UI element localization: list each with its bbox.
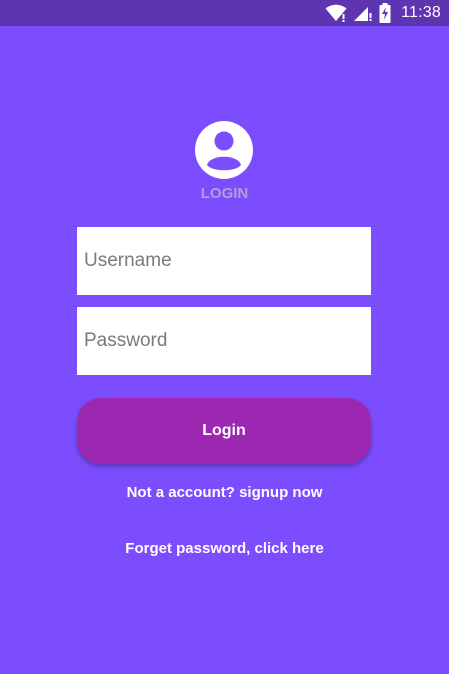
- login-button[interactable]: Login: [77, 398, 371, 464]
- forgot-password-link[interactable]: Forget password, click here: [0, 540, 449, 557]
- status-bar: 11:38: [0, 0, 449, 26]
- status-time: 11:38: [401, 4, 441, 21]
- battery-charging-icon: [379, 3, 391, 23]
- account-circle-icon: [194, 120, 254, 180]
- status-icons: 11:38: [325, 0, 441, 26]
- username-input[interactable]: [77, 227, 371, 295]
- password-input[interactable]: [77, 307, 371, 375]
- signal-icon: [353, 4, 373, 22]
- signup-link[interactable]: Not a account? signup now: [0, 484, 449, 501]
- page-title: LOGIN: [200, 185, 249, 202]
- login-screen: 11:38 LOGIN Login Not a account? signup …: [0, 0, 449, 674]
- wifi-icon: [325, 4, 347, 22]
